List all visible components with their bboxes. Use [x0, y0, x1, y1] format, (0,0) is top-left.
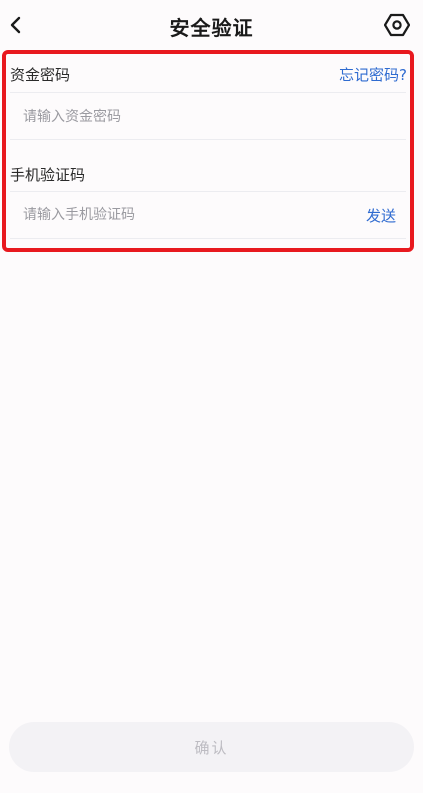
divider — [10, 92, 406, 93]
divider — [10, 139, 406, 140]
sms-code-label: 手机验证码 — [10, 166, 86, 184]
forgot-password-link[interactable]: 忘记密码? — [339, 64, 407, 85]
fund-password-input[interactable] — [23, 106, 393, 128]
header-bar: 安全验证 — [0, 0, 423, 50]
hexagon-settings-icon — [383, 13, 411, 37]
fund-password-label: 资金密码 — [10, 66, 71, 84]
settings-button[interactable] — [383, 12, 411, 38]
confirm-button[interactable]: 确认 — [9, 722, 414, 772]
divider — [10, 191, 406, 192]
sms-code-input[interactable] — [23, 204, 343, 226]
send-code-button[interactable]: 发送 — [366, 205, 396, 226]
divider — [10, 238, 406, 239]
page-title: 安全验证 — [169, 16, 254, 40]
